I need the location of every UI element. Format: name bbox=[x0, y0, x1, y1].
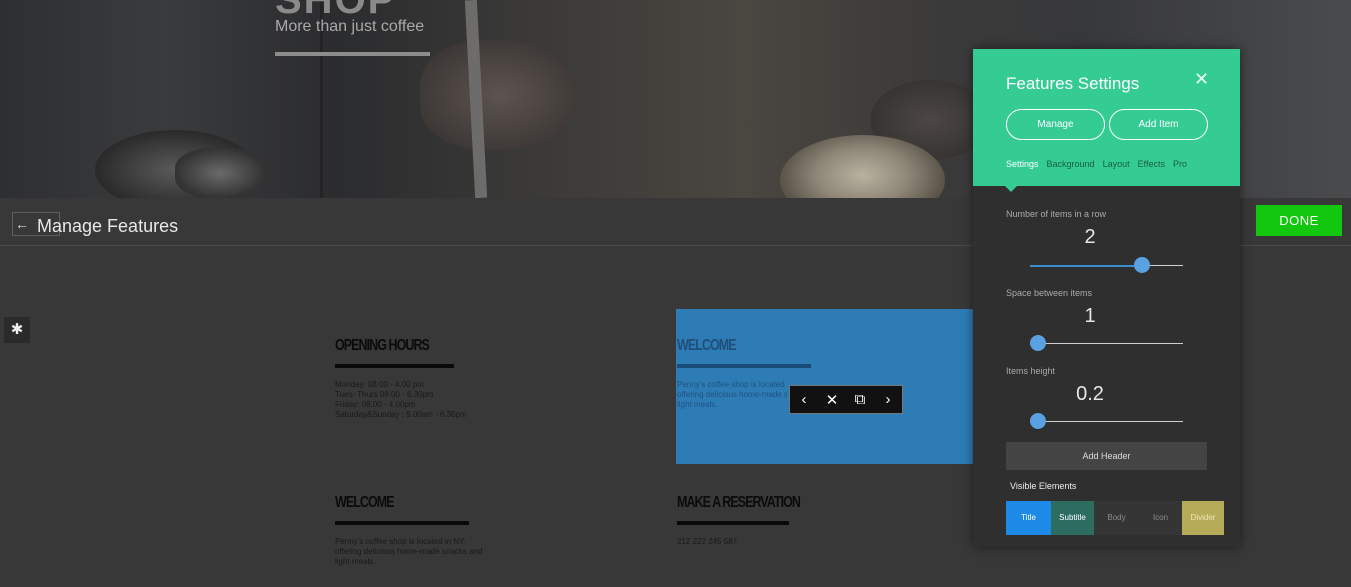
visible-elements-label: Visible Elements bbox=[1010, 481, 1077, 491]
slider-space-between[interactable] bbox=[1030, 335, 1183, 351]
slider-value-items-per-row: 2 bbox=[1084, 226, 1096, 248]
feature-title: WELCOME bbox=[335, 494, 395, 511]
toggle-subtitle[interactable]: Subtitle bbox=[1051, 501, 1094, 535]
slider-items-per-row[interactable] bbox=[1030, 257, 1183, 273]
back-arrow-icon: ← bbox=[15, 216, 29, 232]
active-tab-pointer bbox=[1005, 186, 1017, 192]
page-title: Manage Features bbox=[37, 216, 179, 236]
add-item-button[interactable]: Add Item bbox=[1109, 109, 1208, 140]
slider-label-space-between: Space between items bbox=[1006, 288, 1093, 298]
gear-icon[interactable]: ✱ bbox=[4, 317, 30, 343]
feature-divider bbox=[677, 521, 789, 525]
hero-photo-shape bbox=[175, 148, 265, 198]
slider-items-height[interactable] bbox=[1030, 413, 1183, 429]
tab-background[interactable]: Background bbox=[1047, 159, 1095, 169]
chevron-right-icon[interactable]: › bbox=[876, 391, 900, 408]
tab-pro[interactable]: Pro bbox=[1173, 159, 1187, 169]
feature-body: Monday: 08.00 - 4.00 pm Tues- Thurs 08.0… bbox=[335, 380, 467, 419]
slider-label-items-height: Items height bbox=[1006, 366, 1056, 376]
feature-body: Penny's coffee shop is located in NY, of… bbox=[677, 380, 787, 409]
feature-body: Penny's coffee shop is located in NY, of… bbox=[335, 537, 483, 566]
slider-handle[interactable] bbox=[1134, 257, 1151, 273]
feature-title: WELCOME bbox=[677, 337, 737, 354]
feature-item-opening-hours[interactable]: OPENING HOURS Monday: 08.00 - 4.00 pm Tu… bbox=[335, 337, 495, 420]
hero-photo-shape bbox=[420, 40, 580, 150]
feature-item-welcome-selected[interactable]: WELCOME Penny's coffee shop is located i… bbox=[677, 337, 811, 410]
chevron-left-icon[interactable]: ‹ bbox=[792, 391, 816, 408]
tab-layout[interactable]: Layout bbox=[1103, 159, 1130, 169]
duplicate-icon[interactable]: ⧉ bbox=[848, 391, 872, 408]
features-settings-panel: Features Settings ✕ Manage Add Item Sett… bbox=[973, 49, 1240, 547]
hero-subtitle: More than just coffee bbox=[275, 18, 425, 35]
toggle-title[interactable]: Title bbox=[1006, 501, 1051, 535]
slider-handle[interactable] bbox=[1030, 335, 1046, 351]
slider-fill bbox=[1030, 265, 1143, 267]
feature-title: MAKE A RESERVATION bbox=[677, 494, 801, 511]
tab-settings[interactable]: Settings bbox=[1006, 159, 1039, 169]
feature-body: 212 222 245 587 bbox=[677, 537, 738, 546]
close-icon[interactable]: ✕ bbox=[820, 391, 844, 409]
feature-item-welcome[interactable]: WELCOME Penny's coffee shop is located i… bbox=[335, 494, 505, 567]
hero-divider bbox=[275, 52, 430, 56]
add-header-button[interactable]: Add Header bbox=[1006, 442, 1207, 470]
manage-button[interactable]: Manage bbox=[1006, 109, 1105, 140]
toggle-icon[interactable]: Icon bbox=[1139, 501, 1182, 535]
tab-effects[interactable]: Effects bbox=[1138, 159, 1165, 169]
item-toolbar: ‹ ✕ ⧉ › bbox=[789, 385, 903, 414]
feature-divider bbox=[335, 521, 469, 525]
done-button[interactable]: DONE bbox=[1256, 205, 1342, 236]
toggle-divider[interactable]: Divider bbox=[1182, 501, 1224, 535]
feature-item-reservation[interactable]: MAKE A RESERVATION 212 222 245 587 bbox=[677, 494, 847, 547]
feature-divider bbox=[335, 364, 454, 368]
panel-tabs: Settings Background Layout Effects Pro bbox=[1006, 159, 1187, 169]
panel-header: Features Settings ✕ Manage Add Item Sett… bbox=[973, 49, 1240, 186]
close-icon[interactable]: ✕ bbox=[1194, 69, 1209, 90]
panel-title: Features Settings bbox=[1006, 74, 1140, 93]
slider-value-space-between: 1 bbox=[1084, 305, 1096, 327]
visible-elements-toggles: Title Subtitle Body Icon Divider bbox=[1006, 501, 1224, 535]
slider-value-items-height: 0.2 bbox=[1076, 383, 1104, 405]
slider-handle[interactable] bbox=[1030, 413, 1046, 429]
feature-divider bbox=[677, 364, 811, 368]
slider-label-items-per-row: Number of items in a row bbox=[1006, 209, 1107, 219]
toggle-body[interactable]: Body bbox=[1094, 501, 1139, 535]
feature-title: OPENING HOURS bbox=[335, 337, 430, 354]
